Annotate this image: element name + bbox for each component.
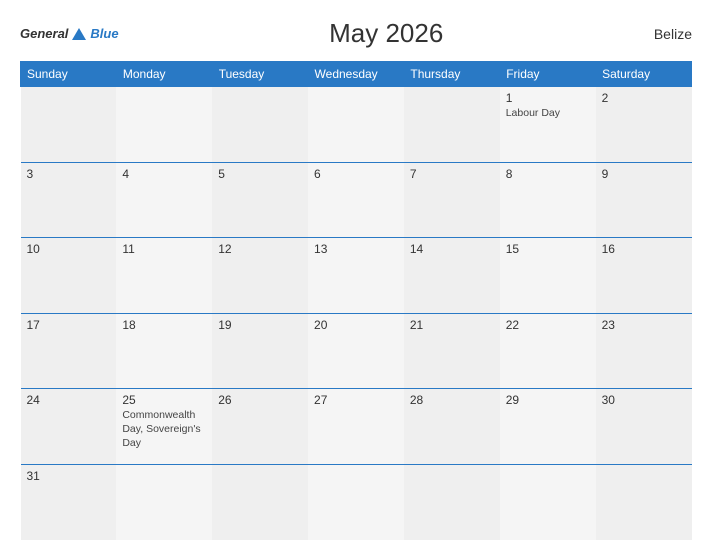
day-number: 14 [410,242,494,256]
table-row: 28 [404,389,500,465]
table-row: 3 [21,162,117,238]
day-number: 13 [314,242,398,256]
table-row: 12 [212,238,308,314]
table-row [116,464,212,540]
table-row: 1 Labour Day [500,87,596,163]
table-row: 17 [21,313,117,389]
logo-blue-text: Blue [90,26,118,41]
day-number: 29 [506,393,590,407]
table-row: 21 [404,313,500,389]
table-row: 9 [596,162,692,238]
table-row: 29 [500,389,596,465]
table-row: 4 [116,162,212,238]
day-number: 8 [506,167,590,181]
table-row: 27 [308,389,404,465]
calendar-title: May 2026 [329,18,443,49]
calendar-header: General Blue May 2026 Belize [20,18,692,49]
header-monday: Monday [116,62,212,87]
day-number: 24 [27,393,111,407]
table-row: 5 [212,162,308,238]
day-number: 18 [122,318,206,332]
table-row [308,464,404,540]
country-label: Belize [654,26,692,42]
day-number: 3 [27,167,111,181]
table-row: 19 [212,313,308,389]
day-number: 5 [218,167,302,181]
day-number: 20 [314,318,398,332]
day-number: 6 [314,167,398,181]
event-label: Labour Day [506,107,590,121]
table-row [21,87,117,163]
table-row: 18 [116,313,212,389]
day-number: 15 [506,242,590,256]
table-row: 7 [404,162,500,238]
table-row: 23 [596,313,692,389]
day-number: 12 [218,242,302,256]
table-row: 11 [116,238,212,314]
table-row: 26 [212,389,308,465]
day-number: 7 [410,167,494,181]
table-row: 14 [404,238,500,314]
table-row: 25 Commonwealth Day, Sovereign's Day [116,389,212,465]
day-number: 9 [602,167,686,181]
table-row [212,464,308,540]
day-number: 30 [602,393,686,407]
table-row: 15 [500,238,596,314]
header-wednesday: Wednesday [308,62,404,87]
day-number: 19 [218,318,302,332]
table-row: 10 [21,238,117,314]
header-sunday: Sunday [21,62,117,87]
table-row [212,87,308,163]
table-row: 22 [500,313,596,389]
table-row [116,87,212,163]
day-number: 23 [602,318,686,332]
table-row [596,464,692,540]
day-number: 27 [314,393,398,407]
day-number: 11 [122,242,206,256]
table-row [404,87,500,163]
logo: General Blue [20,26,119,41]
table-row: 24 [21,389,117,465]
table-row [404,464,500,540]
day-number: 2 [602,91,686,105]
calendar-page: General Blue May 2026 Belize Sunday Mond… [0,0,712,550]
calendar-table: Sunday Monday Tuesday Wednesday Thursday… [20,61,692,540]
day-number: 31 [27,469,111,483]
day-number: 4 [122,167,206,181]
day-number: 28 [410,393,494,407]
table-row: 16 [596,238,692,314]
table-row [308,87,404,163]
table-row [500,464,596,540]
header-friday: Friday [500,62,596,87]
header-saturday: Saturday [596,62,692,87]
day-number: 17 [27,318,111,332]
event-label: Commonwealth Day, Sovereign's Day [122,409,206,450]
table-row: 20 [308,313,404,389]
header-tuesday: Tuesday [212,62,308,87]
day-number: 16 [602,242,686,256]
table-row: 13 [308,238,404,314]
logo-general-text: General [20,26,68,41]
weekday-header-row: Sunday Monday Tuesday Wednesday Thursday… [21,62,692,87]
day-number: 10 [27,242,111,256]
logo-triangle-icon [72,28,86,40]
table-row: 31 [21,464,117,540]
day-number: 25 [122,393,206,407]
header-thursday: Thursday [404,62,500,87]
table-row: 30 [596,389,692,465]
table-row: 6 [308,162,404,238]
table-row: 8 [500,162,596,238]
day-number: 1 [506,91,590,105]
table-row: 2 [596,87,692,163]
day-number: 22 [506,318,590,332]
day-number: 21 [410,318,494,332]
day-number: 26 [218,393,302,407]
